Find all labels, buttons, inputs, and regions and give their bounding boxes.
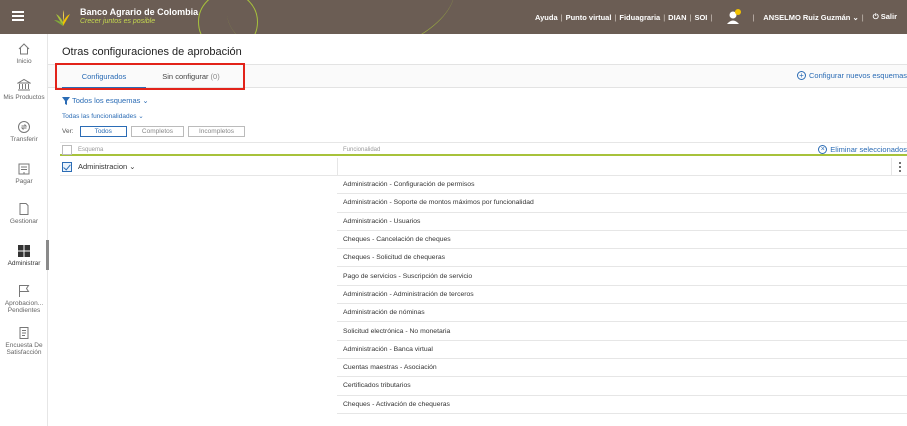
function-list: Administración - Configuración de permis… [337, 176, 907, 414]
sidebar-item-label: Mis Productos [3, 94, 45, 101]
sidebar-item-mis-productos[interactable]: Mis Productos [0, 78, 48, 101]
table-row: Administración - Soporte de montos máxim… [337, 194, 907, 213]
sidebar-item-label: Pagar [15, 178, 33, 185]
top-bar: Banco Agrario de Colombia Crecer juntos … [0, 0, 907, 34]
separator: | [689, 12, 692, 22]
group-name-label: Administracion [78, 162, 128, 171]
manage-icon [19, 203, 29, 215]
bank-logo-icon[interactable] [52, 6, 74, 28]
user-avatar-icon[interactable] [725, 8, 743, 26]
sidebar-item-label: Administrar [7, 260, 41, 267]
table-row: Cheques - Cancelación de cheques [337, 231, 907, 250]
chevron-down-icon: ⌄ [142, 96, 149, 105]
logout-label: Salir [880, 12, 897, 21]
table-row: Pago de servicios - Suscripción de servi… [337, 267, 907, 286]
column-header-function: Funcionalidad [343, 147, 381, 153]
table-row: Administración - Configuración de permis… [337, 176, 907, 195]
table-row: Administración - Banca virtual [337, 341, 907, 359]
help-link[interactable]: Ayuda [535, 13, 558, 22]
view-option-incompletos[interactable]: Incompletos [188, 126, 246, 137]
transfer-icon [18, 121, 30, 133]
separator: | [614, 12, 617, 22]
separator: | [663, 12, 666, 22]
functions-filter-dropdown[interactable]: Todas las funcionalidades ⌄ [62, 112, 144, 120]
decorative-curve [218, 0, 464, 34]
sidebar-item-transferir[interactable]: Transferir [0, 120, 48, 143]
plus-circle-icon: + [797, 71, 807, 80]
view-label: Ver: [62, 128, 74, 135]
top-links: Ayuda | Punto virtual | Fiduagraria | DI… [535, 0, 897, 34]
home-icon [18, 43, 30, 55]
table-group-row: Administracion ⌄ [60, 158, 907, 176]
functions-filter-label: Todas las funcionalidades [62, 113, 137, 120]
table-row: Cheques - Activación de chequeras [337, 396, 907, 414]
separator: | [752, 12, 755, 22]
virtual-point-link[interactable]: Punto virtual [566, 13, 612, 22]
table-row: Cuentas maestras - Asociación [337, 359, 907, 378]
table-header: Esquema Funcionalidad × Eliminar selecci… [60, 142, 907, 156]
admin-grid-icon [18, 245, 30, 257]
table-row: Cheques - Solicitud de chequeras [337, 249, 907, 268]
sidebar-item-administrar[interactable]: Administrar [0, 240, 49, 270]
group-checkbox[interactable] [62, 162, 72, 172]
column-divider [337, 158, 338, 176]
chevron-down-icon: ⌄ [129, 162, 136, 171]
sidebar-item-label: Aprobacion... Pendientes [4, 300, 44, 314]
delete-selected-label: Eliminar seleccionados [830, 145, 907, 154]
sidebar-item-inicio[interactable]: Inicio [0, 42, 48, 65]
sidebar-item-label: Encuesta De Satisfacción [5, 342, 43, 356]
logout-button[interactable]: ⏻ Salir [873, 12, 897, 22]
brand-tagline: Crecer juntos es posible [80, 18, 156, 25]
user-menu[interactable]: ANSELMO Ruiz Guzmán ⌄ [763, 13, 858, 22]
sidebar-item-label: Gestionar [9, 218, 39, 225]
page-title: Otras configuraciones de aprobación [62, 46, 242, 58]
main-content: Otras configuraciones de aprobación Conf… [48, 34, 907, 426]
configure-new-schemes-link[interactable]: + Configurar nuevos esquemas [797, 71, 907, 80]
table-row: Administración - Usuarios [337, 213, 907, 231]
kebab-menu-icon[interactable] [891, 158, 907, 176]
flag-icon [19, 285, 30, 297]
sidebar-item-aprobaciones-pendientes[interactable]: Aprobacion... Pendientes [0, 284, 48, 314]
brand-name: Banco Agrario de Colombia [80, 7, 199, 17]
delete-selected-button[interactable]: × Eliminar seleccionados [818, 145, 907, 154]
chevron-down-icon: ⌄ [138, 113, 144, 120]
schemes-filter-label: Todos los esquemas [72, 96, 141, 105]
highlight-box [55, 63, 245, 90]
sidebar: Inicio Mis Productos Transferir Pagar Ge… [0, 34, 49, 426]
select-all-checkbox[interactable] [62, 145, 72, 155]
separator: | [560, 12, 563, 22]
group-name-dropdown[interactable]: Administracion ⌄ [78, 162, 136, 171]
brand[interactable]: Banco Agrario de Colombia Crecer juntos … [80, 7, 198, 26]
view-option-todos[interactable]: Todos [79, 126, 127, 137]
survey-icon [19, 327, 29, 339]
configure-new-label: Configurar nuevos esquemas [809, 71, 907, 80]
fiduagraria-link[interactable]: Fiduagraria [619, 13, 660, 22]
separator: | [710, 12, 713, 22]
power-icon: ⏻ [872, 12, 881, 21]
table-row: Administración - Administración de terce… [337, 286, 907, 305]
sidebar-item-gestionar[interactable]: Gestionar [0, 202, 48, 225]
view-selector: Ver: Todos Completos Incompletos [62, 126, 246, 137]
close-circle-icon: × [818, 145, 828, 154]
table-row: Solicitud electrónica - No monetaria [337, 322, 907, 341]
view-option-completos[interactable]: Completos [130, 126, 184, 137]
soi-link[interactable]: SOI [694, 13, 707, 22]
filter-icon [62, 96, 70, 105]
hamburger-menu-icon[interactable] [12, 11, 24, 21]
sidebar-item-label: Transferir [10, 136, 38, 143]
schemes-filter-dropdown[interactable]: Todos los esquemas ⌄ [62, 96, 149, 105]
sidebar-item-label: Inicio [16, 58, 32, 65]
dian-link[interactable]: DIAN [668, 13, 686, 22]
bank-icon [17, 78, 31, 91]
column-header-scheme: Esquema [78, 147, 104, 153]
separator: | [861, 12, 864, 22]
table-row: Certificados tributarios [337, 377, 907, 396]
sidebar-item-pagar[interactable]: Pagar [0, 162, 48, 185]
pay-icon [18, 163, 30, 175]
table-row: Administración de nóminas [337, 304, 907, 323]
sidebar-item-encuesta[interactable]: Encuesta De Satisfacción [0, 326, 48, 356]
